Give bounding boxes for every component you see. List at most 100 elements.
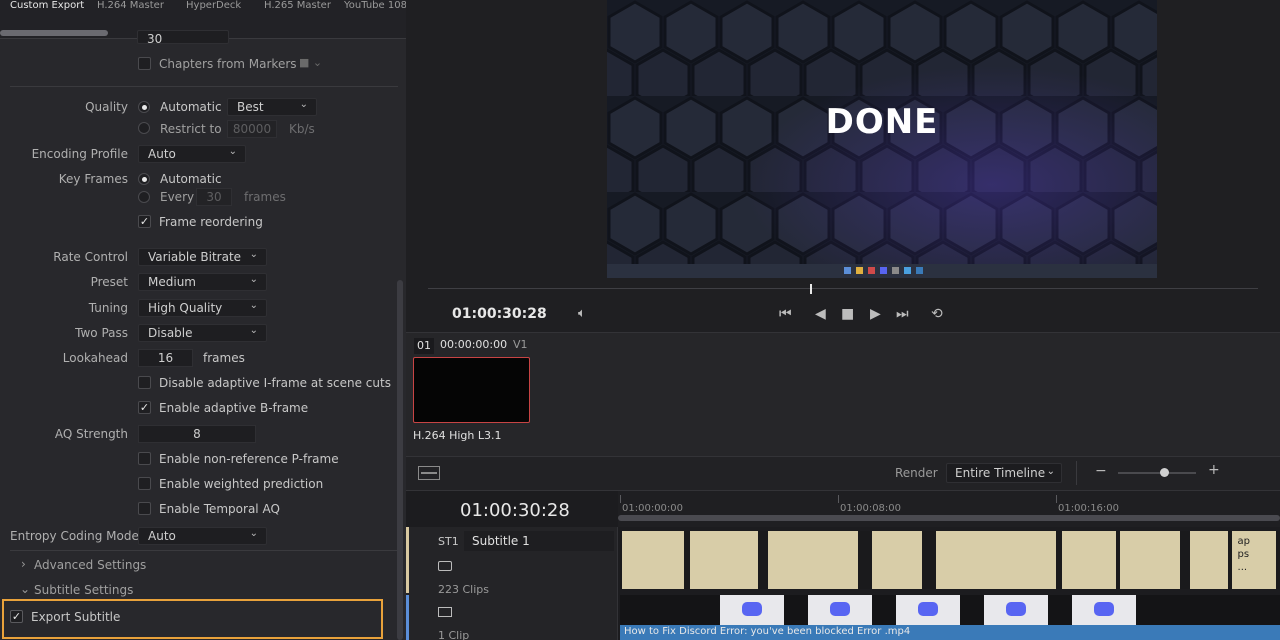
- subtitle-clip[interactable]: [1190, 531, 1228, 589]
- lookahead-unit: frames: [203, 351, 245, 365]
- tuning-dropdown[interactable]: High Quality ⌄: [138, 299, 267, 317]
- entropy-dropdown[interactable]: Auto ⌄: [138, 527, 267, 545]
- loop-icon[interactable]: ⟲: [931, 306, 943, 322]
- volume-icon[interactable]: 🔈︎: [578, 306, 586, 321]
- tuning-label: Tuning: [88, 301, 128, 315]
- divider: [1076, 461, 1077, 485]
- stop-icon[interactable]: ■: [841, 306, 854, 322]
- chevron-down-icon: ⌄: [249, 249, 258, 260]
- enable-adaptive-b-checkbox[interactable]: ✓: [138, 401, 151, 414]
- weighted-prediction-label: Enable weighted prediction: [159, 477, 324, 491]
- clip-panel: 01 00:00:00:00 V1 H.264 High L3.1: [406, 332, 1280, 456]
- tab-hyperdeck[interactable]: HyperDeck: [186, 0, 241, 11]
- chapters-label: Chapters from Markers: [159, 57, 297, 71]
- tab-custom-export[interactable]: Custom Export: [10, 0, 84, 11]
- zoom-in-button[interactable]: +: [1208, 462, 1220, 478]
- quality-automatic-radio[interactable]: [138, 101, 150, 113]
- enable-adaptive-b-label: Enable adaptive B-frame: [159, 401, 309, 415]
- taskbar-icon: [856, 267, 863, 274]
- subtitle-track-name[interactable]: Subtitle 1: [464, 531, 614, 551]
- key-frames-every-radio[interactable]: [138, 191, 150, 203]
- panel-scrollbar[interactable]: [397, 280, 403, 640]
- divider: [10, 86, 398, 87]
- divider: [10, 550, 398, 551]
- export-subtitle-checkbox[interactable]: ✓: [10, 610, 23, 623]
- frame-rate-dropdown[interactable]: 30: [137, 30, 229, 44]
- subtitle-clip[interactable]: [1062, 531, 1116, 589]
- subtitle-clip[interactable]: [936, 531, 1056, 589]
- clip-thumbnail[interactable]: [413, 357, 530, 423]
- subtitle-track[interactable]: ap ps...: [620, 531, 1280, 589]
- ruler-label: 01:00:00:00: [622, 503, 684, 514]
- subtitle-clip-text: ap ps...: [1237, 536, 1250, 573]
- aq-strength-field[interactable]: 8: [138, 425, 256, 443]
- video-clip[interactable]: How to Fix Discord Error: you've been bl…: [620, 625, 1280, 640]
- encoding-profile-dropdown[interactable]: Auto ⌄: [138, 145, 246, 163]
- step-back-icon[interactable]: ◀︎: [815, 306, 826, 322]
- subtitle-settings-toggle[interactable]: Subtitle Settings: [34, 583, 133, 597]
- playhead[interactable]: [810, 284, 812, 294]
- subtitle-icon[interactable]: [438, 561, 452, 571]
- temporal-aq-checkbox[interactable]: [138, 502, 151, 515]
- video-track[interactable]: How to Fix Discord Error: you've been bl…: [620, 595, 1280, 640]
- subtitle-clip[interactable]: [1120, 531, 1180, 589]
- preset-dropdown[interactable]: Medium ⌄: [138, 273, 267, 291]
- ruler-tick: [620, 495, 621, 503]
- frame-reordering-checkbox[interactable]: ✓: [138, 215, 151, 228]
- zoom-out-button[interactable]: −: [1095, 463, 1107, 479]
- non-reference-p-checkbox[interactable]: [138, 452, 151, 465]
- timeline-view-icon[interactable]: [418, 466, 440, 480]
- ruler-tick: [838, 495, 839, 503]
- preset-label: Preset: [90, 275, 128, 289]
- discord-thumbnail: [1072, 595, 1136, 625]
- tab-youtube[interactable]: YouTube 108: [344, 0, 406, 11]
- taskbar-icon: [916, 267, 923, 274]
- key-frames-every-field[interactable]: 30: [196, 188, 232, 206]
- tab-h265-master[interactable]: H.265 Master: [264, 0, 331, 11]
- ruler-label: 01:00:16:00: [1058, 503, 1120, 514]
- chevron-down-icon[interactable]: ⌄: [20, 582, 30, 596]
- zoom-slider[interactable]: [1118, 472, 1196, 474]
- advanced-settings-toggle[interactable]: Advanced Settings: [34, 558, 146, 572]
- restrict-to-radio[interactable]: [138, 122, 150, 134]
- timeline-ruler[interactable]: 01:00:00:00 01:00:08:00 01:00:16:00: [618, 491, 1280, 527]
- clip-index: 01: [414, 338, 434, 354]
- chapters-checkbox[interactable]: [138, 57, 151, 70]
- two-pass-label: Two Pass: [75, 326, 128, 340]
- aq-strength-label: AQ Strength: [54, 427, 128, 441]
- taskbar-icon: [892, 267, 899, 274]
- subtitle-clip[interactable]: [872, 531, 922, 589]
- skip-to-end-icon[interactable]: ⏭︎: [896, 306, 909, 322]
- frame-reordering-label: Frame reordering: [159, 215, 263, 229]
- quality-label: Quality: [85, 100, 128, 114]
- tab-h264-master[interactable]: H.264 Master: [97, 0, 164, 11]
- zoom-slider-knob[interactable]: [1160, 468, 1169, 477]
- restrict-bitrate-field[interactable]: 80000: [227, 120, 277, 138]
- chevron-down-icon: ⌄: [249, 528, 258, 539]
- video-track-icon[interactable]: [438, 607, 452, 617]
- timeline-scrollbar[interactable]: [618, 515, 1280, 521]
- timeline: 01:00:30:28 01:00:00:00 01:00:08:00 01:0…: [406, 490, 1280, 640]
- subtitle-track-accent: [406, 527, 409, 593]
- subtitle-clip[interactable]: [768, 531, 858, 589]
- entropy-label: Entropy Coding Mode: [10, 529, 139, 543]
- marker-color-icon[interactable]: ■ ⌄: [299, 56, 322, 69]
- timeline-timecode: 01:00:30:28: [460, 500, 570, 521]
- two-pass-dropdown[interactable]: Disable ⌄: [138, 324, 267, 342]
- scrub-bar[interactable]: [428, 288, 1258, 289]
- ruler-label: 01:00:08:00: [840, 503, 902, 514]
- lookahead-field[interactable]: 16: [138, 349, 193, 367]
- render-range-dropdown[interactable]: Entire Timeline ⌄: [946, 463, 1062, 483]
- subtitle-clip[interactable]: [622, 531, 684, 589]
- subtitle-clip[interactable]: [690, 531, 758, 589]
- key-frames-automatic-radio[interactable]: [138, 173, 150, 185]
- chevron-right-icon[interactable]: ›: [21, 557, 26, 571]
- play-icon[interactable]: ▶︎: [870, 306, 881, 322]
- weighted-prediction-checkbox[interactable]: [138, 477, 151, 490]
- rate-control-dropdown[interactable]: Variable Bitrate ⌄: [138, 248, 267, 266]
- tab-scrollbar[interactable]: [0, 30, 108, 36]
- skip-to-start-icon[interactable]: ⏮︎: [779, 306, 792, 322]
- quality-dropdown[interactable]: Best ⌄: [227, 98, 317, 116]
- disable-adaptive-i-checkbox[interactable]: [138, 376, 151, 389]
- discord-thumbnail: [896, 595, 960, 625]
